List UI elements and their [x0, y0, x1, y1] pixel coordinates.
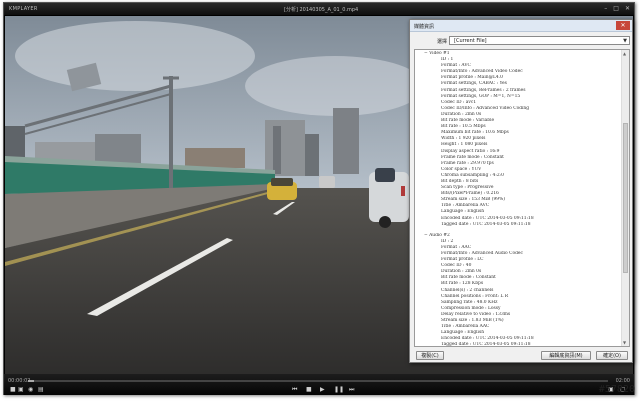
app-name: KMPLAYER — [9, 6, 38, 12]
play-icon[interactable]: ▶ — [320, 387, 325, 393]
dialog-title-bar[interactable]: 媒體資訊 ✕ — [410, 20, 632, 32]
info-lines: − Video #1 ID : 1 Format : AVC Format/Info … — [415, 51, 621, 347]
scroll-down-icon[interactable]: ▼ — [623, 340, 626, 345]
scroll-up-icon[interactable]: ▲ — [623, 51, 626, 56]
chevron-down-icon: ▼ — [623, 38, 627, 44]
window-controls: – □ ✕ — [604, 5, 630, 12]
edit-info-button[interactable]: 編輯底資訊(M) — [541, 351, 591, 360]
media-info-dialog: 媒體資訊 ✕ 選擇 [Current File] ▼ − Video #1 ID … — [409, 19, 633, 363]
left-control-4[interactable]: ▤ — [38, 387, 44, 393]
watermark: #57820 — [598, 384, 635, 395]
maximize-button[interactable]: □ — [613, 5, 619, 12]
stop-icon[interactable]: ■ — [306, 387, 312, 393]
file-select[interactable]: [Current File] ▼ — [449, 36, 630, 45]
title-bar[interactable]: KMPLAYER [分析] 20140305_A_01_0.mp4 – □ ✕ — [4, 3, 634, 15]
tree-scrollbar[interactable]: ▲ ▼ — [621, 50, 629, 346]
scroll-thumb[interactable] — [623, 123, 628, 273]
left-control-2[interactable]: ▣ — [18, 387, 24, 393]
info-line: Tagged date : UTC 2014-03-05 09:11:18 — [441, 342, 531, 347]
control-bar: 00:00:02 02:00 ■ ▣ ◉ ▤ ⏮ ■ ▶ ❚❚ ⏭ ▣ ▢ — [4, 374, 634, 395]
dialog-close-button[interactable]: ✕ — [616, 21, 630, 30]
left-control-1[interactable]: ■ — [10, 387, 16, 393]
playback-controls: ■ ▣ ◉ ▤ ⏮ ■ ▶ ❚❚ ⏭ ▣ ▢ — [4, 387, 634, 394]
copy-button[interactable]: 複製(C) — [416, 351, 444, 360]
seek-progress — [28, 380, 34, 382]
prev-icon[interactable]: ⏮ — [292, 387, 297, 393]
info-tree[interactable]: − Video #1 ID : 1 Format : AVC Format/Info … — [414, 49, 630, 347]
minimize-button[interactable]: – — [604, 5, 607, 12]
seek-bar[interactable] — [28, 380, 608, 382]
next-icon[interactable]: ⏭ — [349, 387, 354, 393]
player-window: KMPLAYER [分析] 20140305_A_01_0.mp4 – □ ✕ — [3, 2, 635, 395]
file-title: [分析] 20140305_A_01_0.mp4 — [284, 7, 359, 13]
left-control-3[interactable]: ◉ — [28, 387, 33, 393]
select-label: 選擇 — [437, 39, 448, 45]
pause-icon[interactable]: ❚❚ — [334, 387, 344, 393]
file-select-value: [Current File] — [454, 38, 487, 44]
dialog-title: 媒體資訊 — [414, 24, 435, 30]
ok-button[interactable]: 確定(O) — [596, 351, 628, 360]
close-button[interactable]: ✕ — [625, 5, 630, 12]
